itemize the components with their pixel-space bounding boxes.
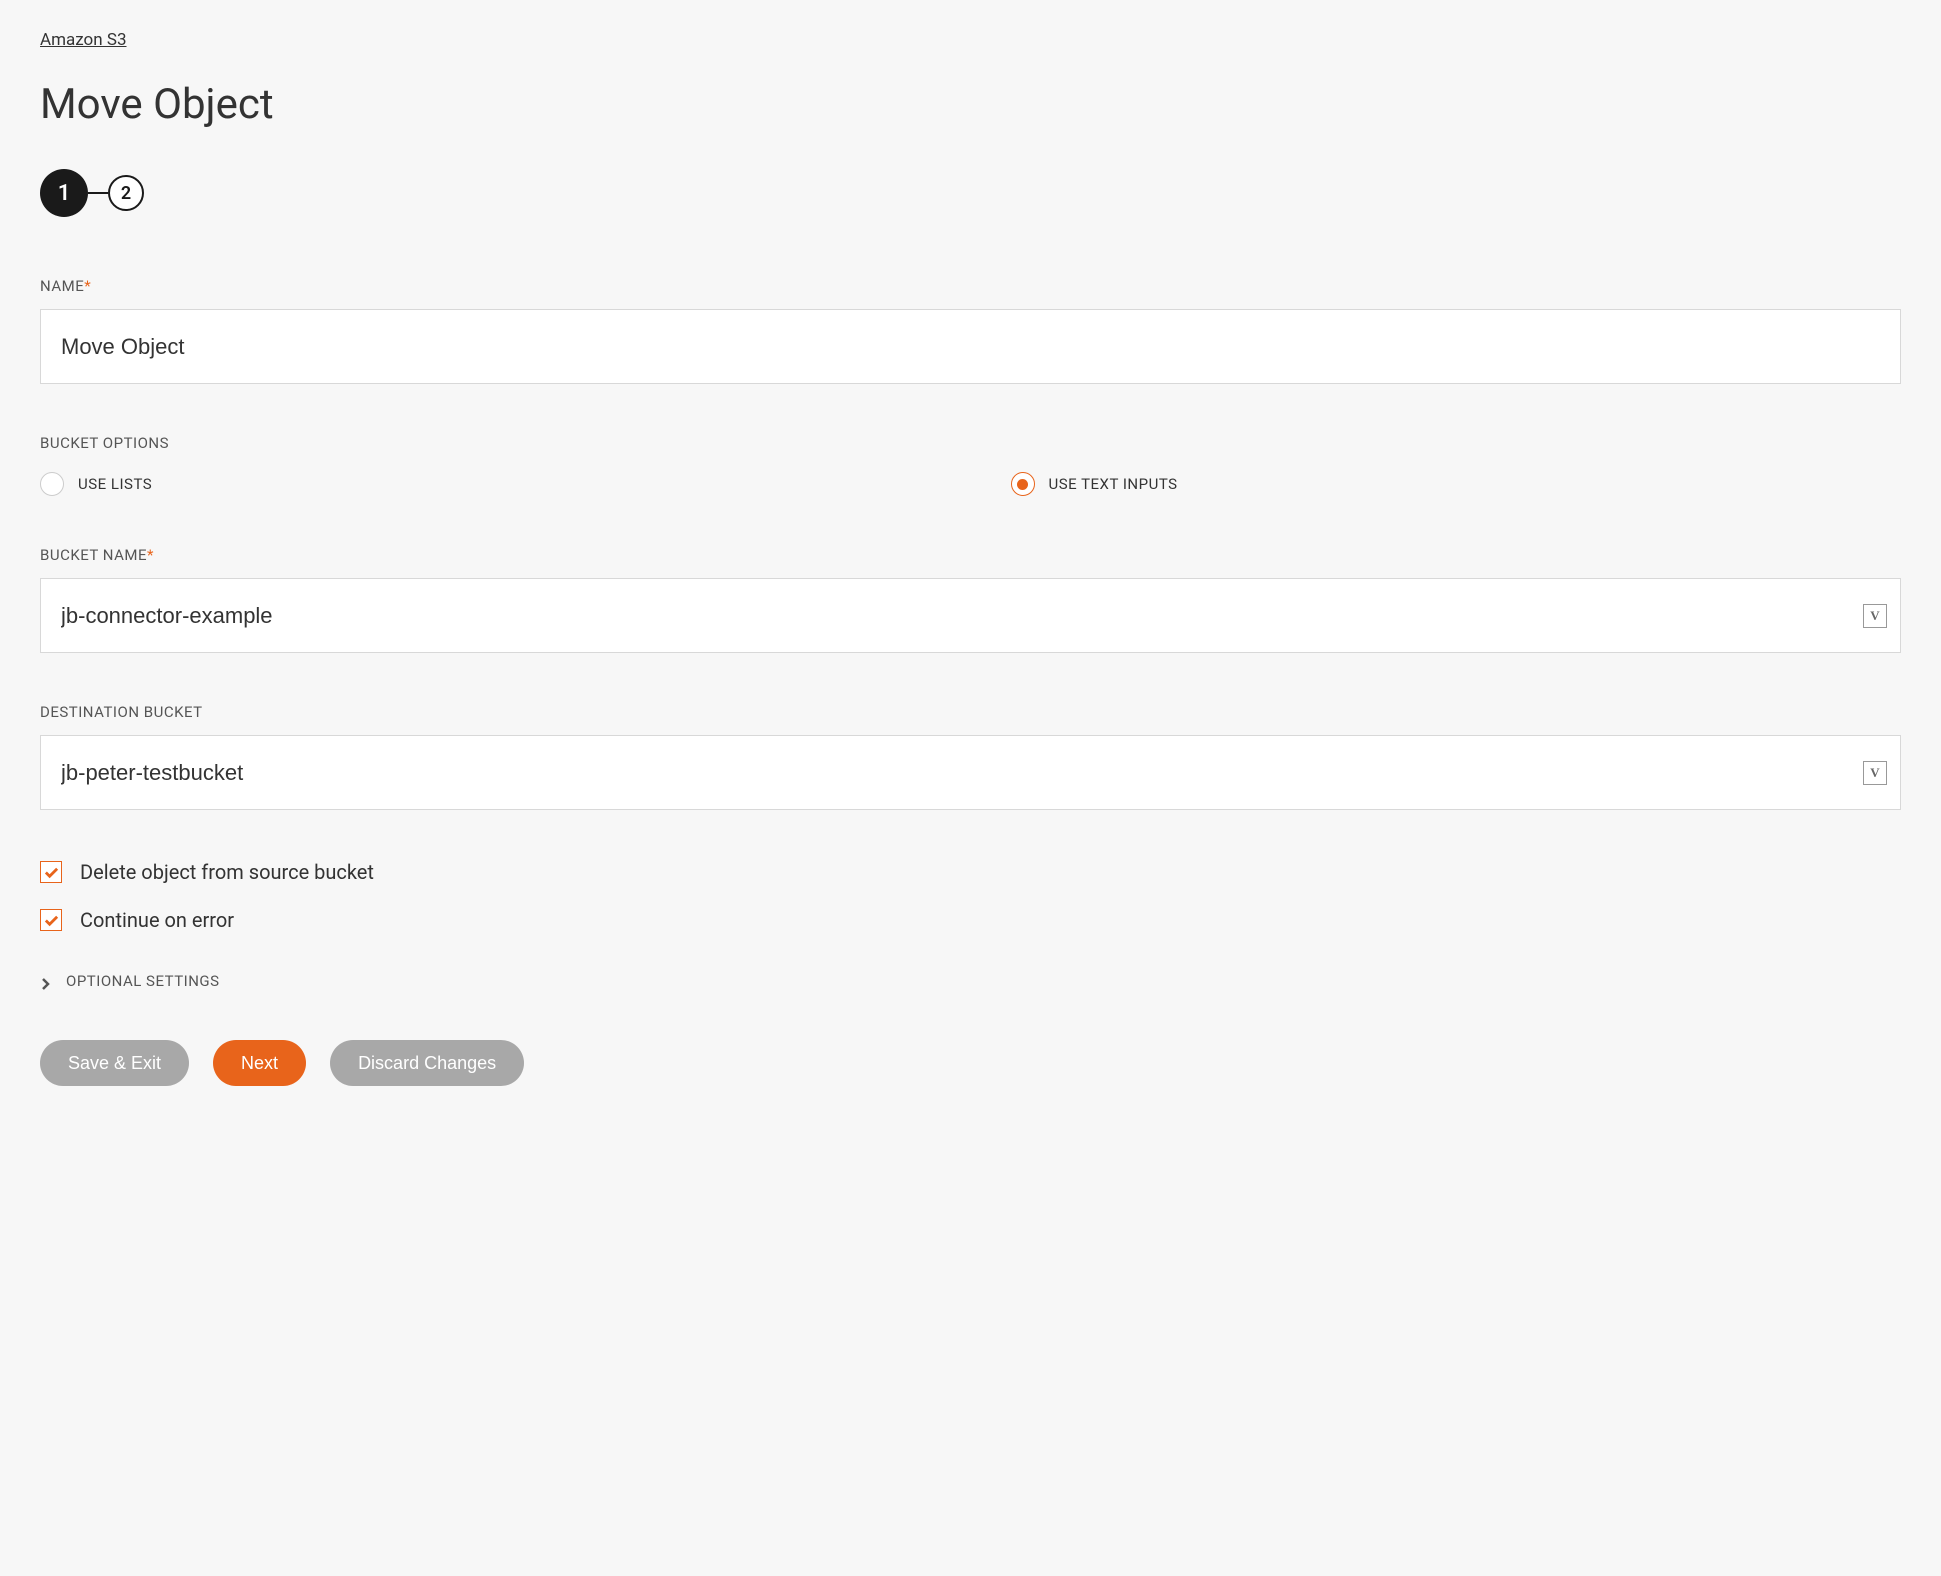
- radio-label-use-text-inputs: USE TEXT INPUTS: [1049, 475, 1178, 493]
- bucket-options-group: BUCKET OPTIONS USE LISTS USE TEXT INPUTS: [40, 434, 1901, 496]
- checkbox-continue-on-error[interactable]: Continue on error: [40, 908, 1901, 932]
- bucket-name-input-wrapper: V: [40, 578, 1901, 653]
- checkbox-label-delete-source: Delete object from source bucket: [80, 860, 374, 884]
- radio-dot: [1017, 479, 1028, 490]
- breadcrumb[interactable]: Amazon S3: [40, 30, 127, 50]
- checkmark-icon: [44, 865, 59, 880]
- next-button[interactable]: Next: [213, 1040, 306, 1086]
- chevron-right-icon: [40, 975, 52, 987]
- destination-bucket-label: DESTINATION BUCKET: [40, 703, 1901, 721]
- radio-use-text-inputs[interactable]: USE TEXT INPUTS: [1011, 472, 1902, 496]
- name-label: NAME*: [40, 277, 1901, 295]
- page-title: Move Object: [40, 80, 1901, 129]
- radio-circle-use-text-inputs: [1011, 472, 1035, 496]
- optional-settings-label: OPTIONAL SETTINGS: [66, 972, 220, 990]
- destination-bucket-input-wrapper: V: [40, 735, 1901, 810]
- step-1[interactable]: 1: [40, 169, 88, 217]
- radio-use-lists[interactable]: USE LISTS: [40, 472, 931, 496]
- name-label-text: NAME: [40, 277, 84, 295]
- discard-changes-button[interactable]: Discard Changes: [330, 1040, 524, 1086]
- required-asterisk: *: [84, 277, 91, 295]
- required-asterisk: *: [147, 546, 154, 564]
- checkmark-icon: [44, 913, 59, 928]
- bucket-name-label: BUCKET NAME*: [40, 546, 1901, 564]
- radio-circle-use-lists: [40, 472, 64, 496]
- step-connector: [88, 192, 108, 194]
- checkbox-delete-source[interactable]: Delete object from source bucket: [40, 860, 1901, 884]
- stepper: 1 2: [40, 169, 1901, 217]
- checkbox-box: [40, 861, 62, 883]
- checkbox-box: [40, 909, 62, 931]
- name-field-group: NAME*: [40, 277, 1901, 384]
- bucket-name-input[interactable]: [40, 578, 1901, 653]
- destination-bucket-input[interactable]: [40, 735, 1901, 810]
- variable-picker-icon[interactable]: V: [1863, 604, 1887, 628]
- button-row: Save & Exit Next Discard Changes: [40, 1040, 1901, 1086]
- variable-picker-icon[interactable]: V: [1863, 761, 1887, 785]
- bucket-options-label: BUCKET OPTIONS: [40, 434, 1901, 452]
- step-2[interactable]: 2: [108, 175, 144, 211]
- destination-bucket-group: DESTINATION BUCKET V: [40, 703, 1901, 810]
- bucket-options-radios: USE LISTS USE TEXT INPUTS: [40, 472, 1901, 496]
- radio-label-use-lists: USE LISTS: [78, 475, 152, 493]
- optional-settings-toggle[interactable]: OPTIONAL SETTINGS: [40, 972, 1901, 990]
- bucket-name-group: BUCKET NAME* V: [40, 546, 1901, 653]
- checkbox-label-continue-on-error: Continue on error: [80, 908, 234, 932]
- save-exit-button[interactable]: Save & Exit: [40, 1040, 189, 1086]
- name-input[interactable]: [40, 309, 1901, 384]
- bucket-name-label-text: BUCKET NAME: [40, 546, 147, 564]
